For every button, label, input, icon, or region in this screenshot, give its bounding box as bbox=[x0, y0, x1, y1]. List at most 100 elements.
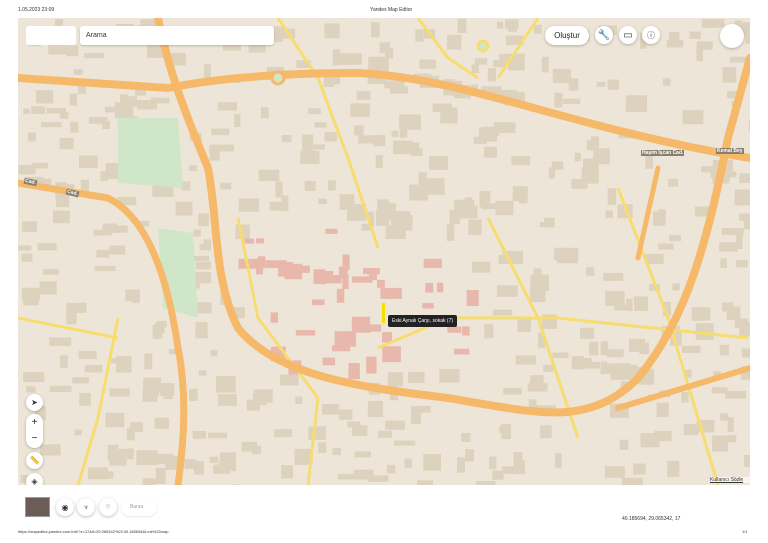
building bbox=[295, 329, 316, 336]
building bbox=[492, 470, 504, 480]
building bbox=[238, 198, 260, 212]
building bbox=[252, 445, 262, 455]
info-icon[interactable]: ⓘ bbox=[642, 26, 660, 44]
building bbox=[136, 450, 158, 465]
building bbox=[211, 128, 230, 136]
building bbox=[391, 130, 399, 138]
building bbox=[39, 281, 57, 295]
create-button[interactable]: Oluştur bbox=[545, 26, 589, 45]
building bbox=[195, 261, 211, 270]
building bbox=[581, 168, 599, 184]
selected-street bbox=[382, 303, 385, 323]
layers-icon[interactable]: ◈ bbox=[26, 473, 43, 485]
building bbox=[105, 163, 119, 179]
building bbox=[309, 144, 325, 150]
building bbox=[511, 156, 531, 166]
building bbox=[605, 210, 613, 218]
building bbox=[507, 53, 525, 71]
building bbox=[720, 258, 727, 268]
building bbox=[377, 430, 393, 438]
building bbox=[541, 56, 549, 73]
building bbox=[439, 369, 460, 383]
building bbox=[483, 146, 497, 158]
building bbox=[260, 107, 269, 119]
zoom-in-button[interactable]: + bbox=[26, 414, 43, 431]
user-avatar[interactable] bbox=[720, 24, 744, 48]
building bbox=[405, 142, 420, 151]
print-date: 1.05.2023 23:09 bbox=[18, 7, 55, 13]
building bbox=[354, 451, 372, 458]
building bbox=[657, 209, 666, 224]
traffic-icon[interactable]: ♆ bbox=[77, 498, 95, 516]
building bbox=[49, 337, 72, 346]
building bbox=[375, 155, 383, 169]
roundabout bbox=[476, 39, 490, 53]
building bbox=[40, 122, 62, 128]
building bbox=[468, 219, 482, 235]
building bbox=[555, 453, 562, 469]
park bbox=[118, 118, 183, 188]
building bbox=[711, 387, 728, 394]
building bbox=[735, 259, 748, 268]
building bbox=[274, 429, 293, 438]
building bbox=[198, 213, 209, 227]
building bbox=[701, 19, 715, 28]
ruler-icon[interactable]: 📏 bbox=[26, 452, 43, 469]
building bbox=[453, 348, 470, 355]
building bbox=[741, 348, 750, 358]
building bbox=[607, 188, 617, 206]
location-pin-icon[interactable]: ⌾ bbox=[99, 498, 117, 516]
map-canvas[interactable]: Arama Oluştur 🔧 ▭ ⓘ Eski Aynalı Çarşı, s… bbox=[18, 18, 750, 485]
logo-area bbox=[26, 26, 76, 45]
building bbox=[23, 372, 45, 382]
zoom-control: + − bbox=[26, 414, 43, 448]
building bbox=[727, 417, 734, 433]
building bbox=[382, 346, 401, 363]
compass-icon[interactable]: ➤ bbox=[26, 394, 43, 411]
building bbox=[662, 78, 671, 86]
building bbox=[626, 298, 633, 311]
building bbox=[23, 108, 30, 114]
building bbox=[327, 180, 336, 191]
building bbox=[461, 433, 471, 443]
building bbox=[554, 92, 563, 108]
building bbox=[436, 282, 444, 293]
building bbox=[77, 85, 87, 95]
wrench-icon[interactable]: 🔧 bbox=[595, 26, 613, 44]
feedback-icon[interactable]: ▭ bbox=[619, 26, 637, 44]
building bbox=[480, 126, 500, 136]
building bbox=[739, 213, 750, 221]
terms-link[interactable]: Kullanıcı Sözle bbox=[710, 477, 750, 483]
building bbox=[466, 289, 479, 306]
search-input[interactable]: Arama bbox=[80, 26, 274, 45]
panorama-icon[interactable]: ◉ bbox=[56, 498, 74, 516]
building bbox=[324, 132, 337, 142]
building bbox=[683, 424, 699, 436]
building bbox=[26, 386, 36, 393]
building bbox=[428, 155, 448, 170]
building bbox=[43, 269, 59, 275]
building bbox=[199, 243, 207, 251]
building bbox=[334, 331, 356, 347]
building bbox=[471, 261, 491, 273]
building bbox=[418, 172, 427, 187]
print-title: Yandex Map Editor bbox=[370, 7, 413, 13]
building bbox=[543, 364, 554, 373]
zoom-out-button[interactable]: − bbox=[26, 431, 43, 448]
building bbox=[381, 203, 397, 221]
building bbox=[720, 413, 729, 421]
building bbox=[119, 94, 128, 105]
building bbox=[72, 377, 89, 384]
satellite-thumbnail[interactable] bbox=[25, 497, 50, 517]
building bbox=[497, 21, 504, 29]
building bbox=[154, 323, 165, 334]
building bbox=[368, 267, 377, 281]
building bbox=[551, 161, 564, 170]
building bbox=[719, 344, 729, 356]
building bbox=[394, 219, 412, 225]
building bbox=[408, 371, 425, 384]
building bbox=[748, 120, 750, 131]
building bbox=[318, 442, 327, 454]
building bbox=[74, 429, 82, 436]
building bbox=[388, 374, 400, 384]
